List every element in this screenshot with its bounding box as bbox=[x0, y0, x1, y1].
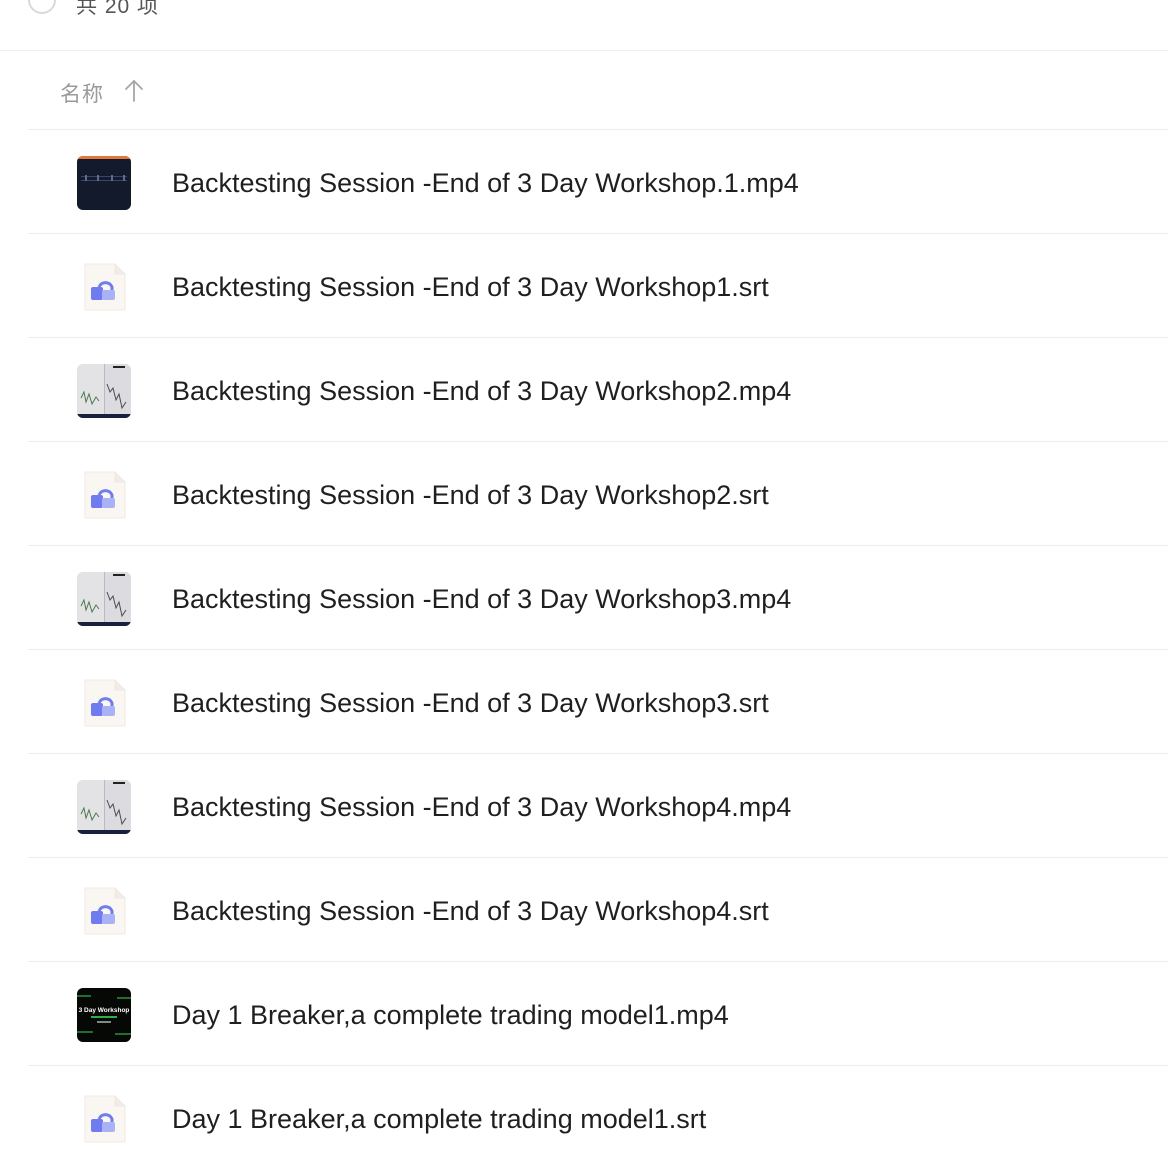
subtitle-file-icon bbox=[77, 468, 131, 522]
subtitle-file-icon bbox=[77, 884, 131, 938]
file-name[interactable]: Backtesting Session -End of 3 Day Worksh… bbox=[172, 374, 791, 408]
file-name[interactable]: Backtesting Session -End of 3 Day Worksh… bbox=[172, 270, 769, 304]
file-name[interactable]: Day 1 Breaker,a complete trading model1.… bbox=[172, 998, 729, 1032]
file-list-page: 共 20 项 名称 Backtesting Session -End of 3 … bbox=[0, 0, 1168, 1168]
file-row[interactable]: Backtesting Session -End of 3 Day Worksh… bbox=[28, 650, 1168, 754]
subtitle-file-icon bbox=[77, 1092, 131, 1146]
file-row[interactable]: Day 1 Breaker,a complete trading model1.… bbox=[28, 1066, 1168, 1168]
video-thumbnail-graphic bbox=[77, 780, 131, 834]
subtitle-file-icon-graphic bbox=[84, 263, 126, 311]
file-row[interactable]: Backtesting Session -End of 3 Day Worksh… bbox=[28, 546, 1168, 650]
video-thumbnail bbox=[77, 780, 131, 834]
item-count: 共 20 项 bbox=[76, 0, 160, 18]
subtitle-file-icon-graphic bbox=[84, 679, 126, 727]
subtitle-file-icon bbox=[77, 260, 131, 314]
file-name[interactable]: Day 1 Breaker,a complete trading model1.… bbox=[172, 1102, 706, 1136]
name-column-header[interactable]: 名称 bbox=[60, 78, 104, 108]
select-all-checkbox[interactable] bbox=[28, 0, 56, 14]
file-row[interactable]: Backtesting Session -End of 3 Day Worksh… bbox=[28, 234, 1168, 338]
video-thumbnail-graphic: 3 Day Workshop bbox=[77, 988, 131, 1042]
file-name[interactable]: Backtesting Session -End of 3 Day Worksh… bbox=[172, 894, 769, 928]
file-name[interactable]: Backtesting Session -End of 3 Day Worksh… bbox=[172, 790, 791, 824]
file-row[interactable]: Backtesting Session -End of 3 Day Worksh… bbox=[28, 338, 1168, 442]
file-row[interactable]: Backtesting Session -End of 3 Day Worksh… bbox=[28, 754, 1168, 858]
video-thumbnail-graphic bbox=[77, 364, 131, 418]
list-header: 名称 bbox=[28, 50, 1168, 130]
file-name[interactable]: Backtesting Session -End of 3 Day Worksh… bbox=[172, 686, 769, 720]
file-row[interactable]: Backtesting Session -End of 3 Day Worksh… bbox=[28, 858, 1168, 962]
video-thumbnail-graphic bbox=[77, 572, 131, 626]
video-thumbnail bbox=[77, 572, 131, 626]
file-name[interactable]: Backtesting Session -End of 3 Day Worksh… bbox=[172, 478, 769, 512]
arrow-up-icon[interactable] bbox=[124, 78, 144, 104]
subtitle-file-icon bbox=[77, 676, 131, 730]
video-thumbnail: 3 Day Workshop bbox=[77, 988, 131, 1042]
video-thumbnail bbox=[77, 364, 131, 418]
file-name[interactable]: Backtesting Session -End of 3 Day Worksh… bbox=[172, 582, 791, 616]
file-row[interactable]: Backtesting Session -End of 3 Day Worksh… bbox=[28, 130, 1168, 234]
file-name[interactable]: Backtesting Session -End of 3 Day Worksh… bbox=[172, 166, 799, 200]
file-row[interactable]: Backtesting Session -End of 3 Day Worksh… bbox=[28, 442, 1168, 546]
video-thumbnail-graphic bbox=[77, 156, 131, 210]
video-thumbnail bbox=[77, 156, 131, 210]
svg-text:3 Day Workshop: 3 Day Workshop bbox=[79, 1007, 130, 1014]
file-list: Backtesting Session -End of 3 Day Worksh… bbox=[28, 130, 1168, 1168]
subtitle-file-icon-graphic bbox=[84, 471, 126, 519]
file-row[interactable]: 3 Day Workshop Day 1 Breaker,a complete … bbox=[28, 962, 1168, 1066]
subtitle-file-icon-graphic bbox=[84, 1095, 126, 1143]
subtitle-file-icon-graphic bbox=[84, 887, 126, 935]
list-toolbar: 共 20 项 bbox=[0, 0, 1168, 51]
